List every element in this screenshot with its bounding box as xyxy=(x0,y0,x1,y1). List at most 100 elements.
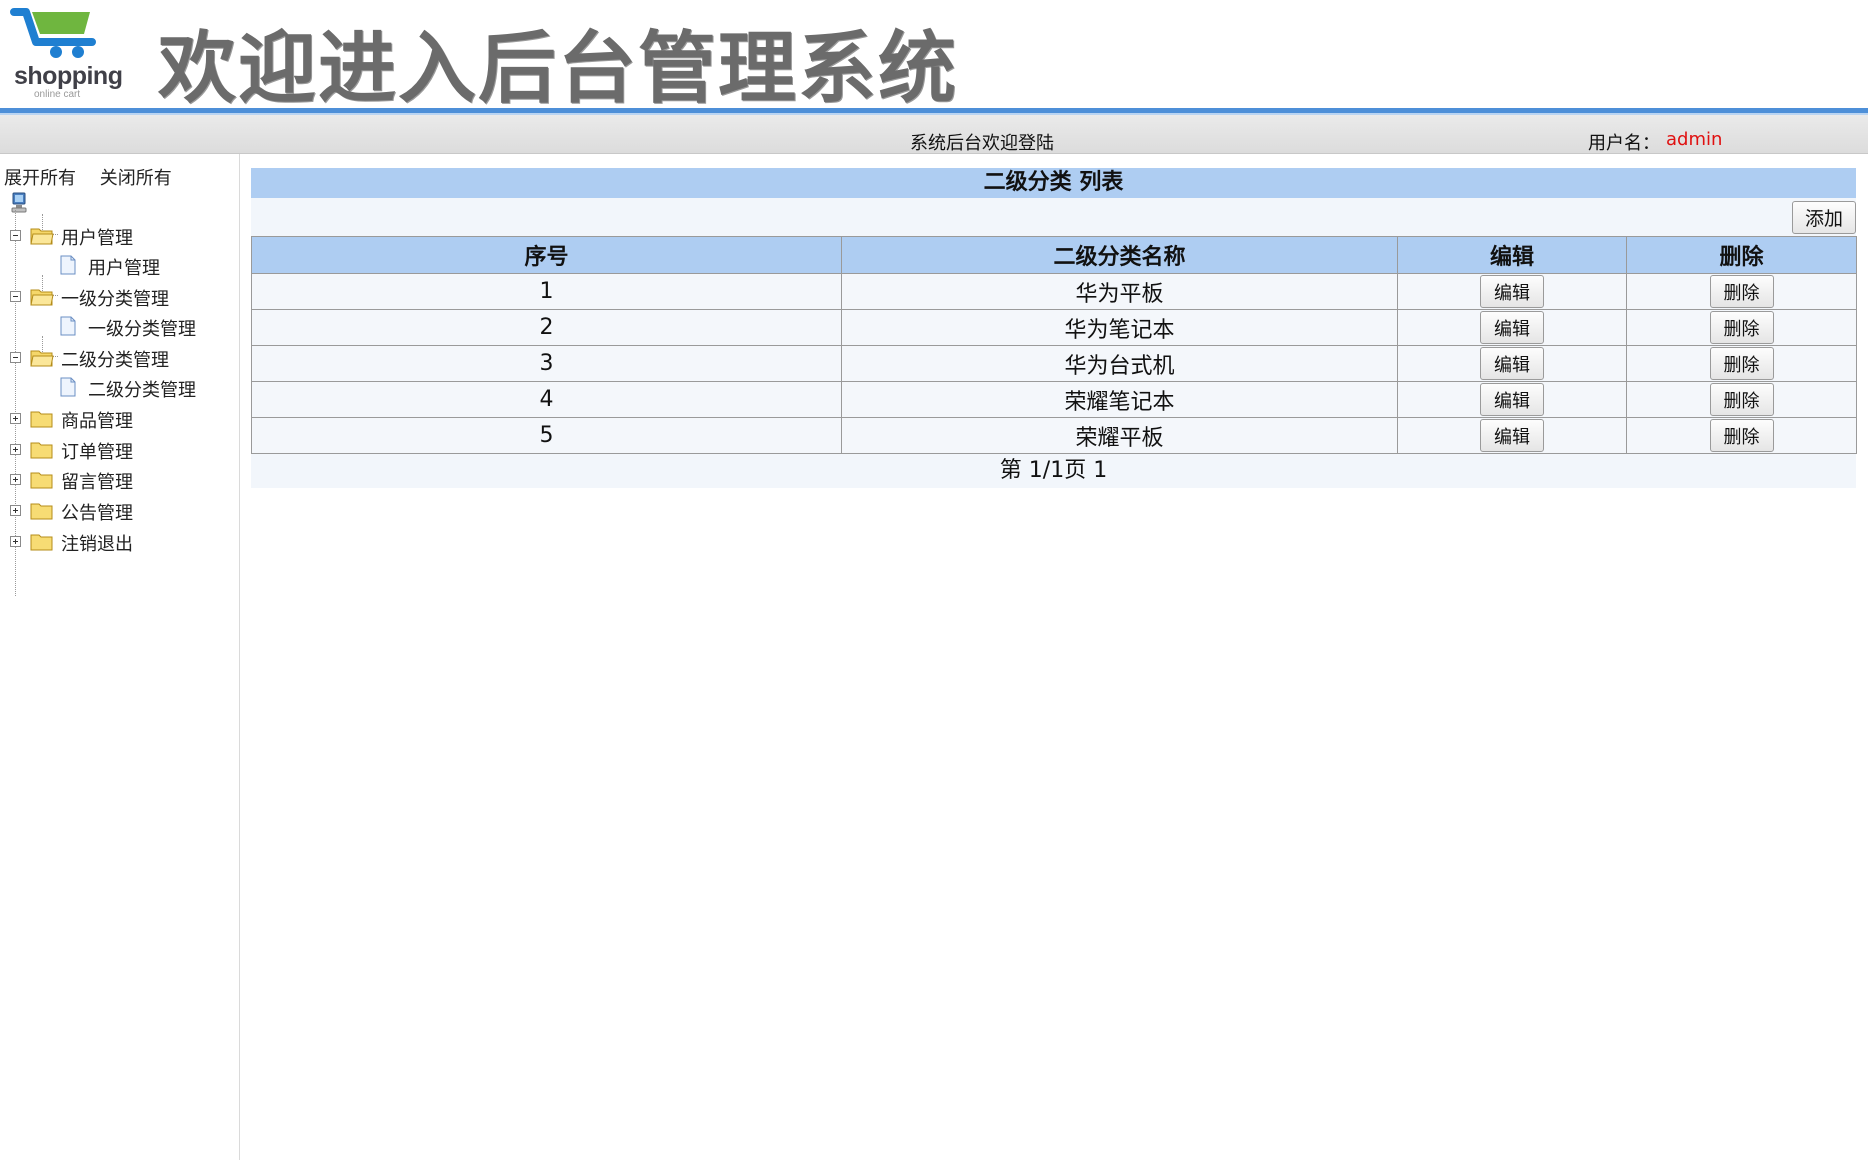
tree-item-category1-management[interactable]: 一级分类管理 xyxy=(0,313,230,343)
cell-id: 3 xyxy=(251,345,842,382)
cell-id: 5 xyxy=(251,417,842,454)
tree-folder-label: 用户管理 xyxy=(61,228,133,249)
cell-name: 荣耀笔记本 xyxy=(841,381,1398,418)
tree-folder-label: 注销退出 xyxy=(61,534,133,555)
edit-button[interactable]: 编辑 xyxy=(1480,383,1544,416)
delete-button[interactable]: 删除 xyxy=(1709,311,1774,344)
folder-open-icon xyxy=(30,228,54,245)
folder-icon xyxy=(30,534,53,551)
tree-folder-label: 留言管理 xyxy=(61,472,133,493)
expand-toggle-icon[interactable] xyxy=(10,536,21,547)
expand-toggle-icon[interactable] xyxy=(10,474,21,485)
edit-button[interactable]: 编辑 xyxy=(1480,347,1544,380)
document-icon xyxy=(60,255,76,275)
cell-delete: 删除 xyxy=(1626,417,1857,454)
tree-item-user-management[interactable]: 用户管理 xyxy=(0,252,230,282)
table-row: 2 华为笔记本 编辑 删除 xyxy=(251,309,1857,346)
cell-name: 华为笔记本 xyxy=(841,309,1398,346)
document-icon xyxy=(60,377,76,397)
cell-delete: 删除 xyxy=(1626,273,1857,310)
collapse-toggle-icon[interactable] xyxy=(10,230,21,241)
cell-delete: 删除 xyxy=(1626,381,1857,418)
tree-folder-notice-management[interactable]: 公告管理 xyxy=(0,497,230,527)
add-button[interactable]: 添加 xyxy=(1792,201,1856,234)
status-bar: 系统后台欢迎登陆 用户名： admin xyxy=(0,115,1868,154)
cell-edit: 编辑 xyxy=(1397,417,1627,454)
edit-button[interactable]: 编辑 xyxy=(1480,419,1544,452)
cell-name: 华为平板 xyxy=(841,273,1398,310)
tree-folder-label: 一级分类管理 xyxy=(61,289,169,310)
folder-icon xyxy=(30,411,53,428)
delete-button[interactable]: 删除 xyxy=(1709,383,1774,416)
site-title: 欢迎进入后台管理系统 xyxy=(158,24,959,114)
list-title: 二级分类 列表 xyxy=(251,168,1856,198)
table-row: 3 华为台式机 编辑 删除 xyxy=(251,345,1857,382)
computer-icon xyxy=(11,192,27,213)
folder-open-icon xyxy=(30,289,54,306)
header: shopping online cart 欢迎进入后台管理系统 xyxy=(0,0,1868,115)
cell-delete: 删除 xyxy=(1626,309,1857,346)
expand-toggle-icon[interactable] xyxy=(10,505,21,516)
tree-item-label: 用户管理 xyxy=(88,258,160,279)
user-label: 用户名： xyxy=(1588,133,1660,154)
cell-delete: 删除 xyxy=(1626,345,1857,382)
cell-id: 1 xyxy=(251,273,842,310)
table-row: 4 荣耀笔记本 编辑 删除 xyxy=(251,381,1857,418)
tree-folder-product-management[interactable]: 商品管理 xyxy=(0,405,230,435)
tree-folder-category1-management[interactable]: 一级分类管理 xyxy=(0,283,230,313)
tree-item-category2-management[interactable]: 二级分类管理 xyxy=(0,374,230,404)
list-toolbar: 添加 xyxy=(251,198,1856,236)
tree-folder-logout[interactable]: 注销退出 xyxy=(0,528,230,558)
tree-folder-user-management[interactable]: 用户管理 xyxy=(0,222,230,252)
tree-folder-label: 二级分类管理 xyxy=(61,350,169,371)
tree-item-label: 一级分类管理 xyxy=(88,319,196,340)
tree-folder-label: 订单管理 xyxy=(61,442,133,463)
logo-text: shopping xyxy=(14,62,123,90)
tree-folder-category2-management[interactable]: 二级分类管理 xyxy=(0,344,230,374)
sidebar-tree: 展开所有 关闭所有 用户管理 用户管理 一级分类管理 一级分类管理 二级分类管理 xyxy=(0,154,240,1160)
category-table: 序号 二级分类名称 编辑 删除 1 华为平板 编辑 删除 2 华为笔记本 编辑 … xyxy=(251,236,1857,454)
table-row: 1 华为平板 编辑 删除 xyxy=(251,273,1857,310)
table-header-row: 序号 二级分类名称 编辑 删除 xyxy=(251,236,1857,274)
column-header-id: 序号 xyxy=(251,236,842,274)
cell-name: 荣耀平板 xyxy=(841,417,1398,454)
cell-edit: 编辑 xyxy=(1397,273,1627,310)
column-header-delete: 删除 xyxy=(1626,236,1857,274)
collapse-toggle-icon[interactable] xyxy=(10,291,21,302)
column-header-name: 二级分类名称 xyxy=(841,236,1398,274)
cell-edit: 编辑 xyxy=(1397,381,1627,418)
tree-controls: 展开所有 关闭所有 xyxy=(4,164,190,190)
main-content: 二级分类 列表 添加 序号 二级分类名称 编辑 删除 1 华为平板 编辑 删除 … xyxy=(251,168,1857,488)
expand-toggle-icon[interactable] xyxy=(10,413,21,424)
expand-toggle-icon[interactable] xyxy=(10,444,21,455)
tree-folder-order-management[interactable]: 订单管理 xyxy=(0,436,230,466)
tree-folder-label: 商品管理 xyxy=(61,411,133,432)
cell-id: 2 xyxy=(251,309,842,346)
collapse-all-link[interactable]: 关闭所有 xyxy=(100,168,172,189)
folder-icon xyxy=(30,442,53,459)
user-name: admin xyxy=(1666,129,1723,150)
logo-subtext: online cart xyxy=(34,89,81,100)
cell-edit: 编辑 xyxy=(1397,345,1627,382)
cell-edit: 编辑 xyxy=(1397,309,1627,346)
tree-item-label: 二级分类管理 xyxy=(88,380,196,401)
delete-button[interactable]: 删除 xyxy=(1709,419,1774,452)
pagination: 第 1/1页 1 xyxy=(251,454,1856,488)
edit-button[interactable]: 编辑 xyxy=(1480,275,1544,308)
collapse-toggle-icon[interactable] xyxy=(10,352,21,363)
delete-button[interactable]: 删除 xyxy=(1709,275,1774,308)
folder-icon xyxy=(30,472,53,489)
expand-all-link[interactable]: 展开所有 xyxy=(4,168,76,189)
table-row: 5 荣耀平板 编辑 删除 xyxy=(251,417,1857,454)
tree-folder-message-management[interactable]: 留言管理 xyxy=(0,466,230,496)
tree-folder-label: 公告管理 xyxy=(61,503,133,524)
welcome-text: 系统后台欢迎登陆 xyxy=(910,133,1054,154)
cell-name: 华为台式机 xyxy=(841,345,1398,382)
folder-open-icon xyxy=(30,350,54,367)
column-header-edit: 编辑 xyxy=(1397,236,1627,274)
folder-icon xyxy=(30,503,53,520)
cell-id: 4 xyxy=(251,381,842,418)
delete-button[interactable]: 删除 xyxy=(1709,347,1774,380)
edit-button[interactable]: 编辑 xyxy=(1480,311,1544,344)
document-icon xyxy=(60,316,76,336)
